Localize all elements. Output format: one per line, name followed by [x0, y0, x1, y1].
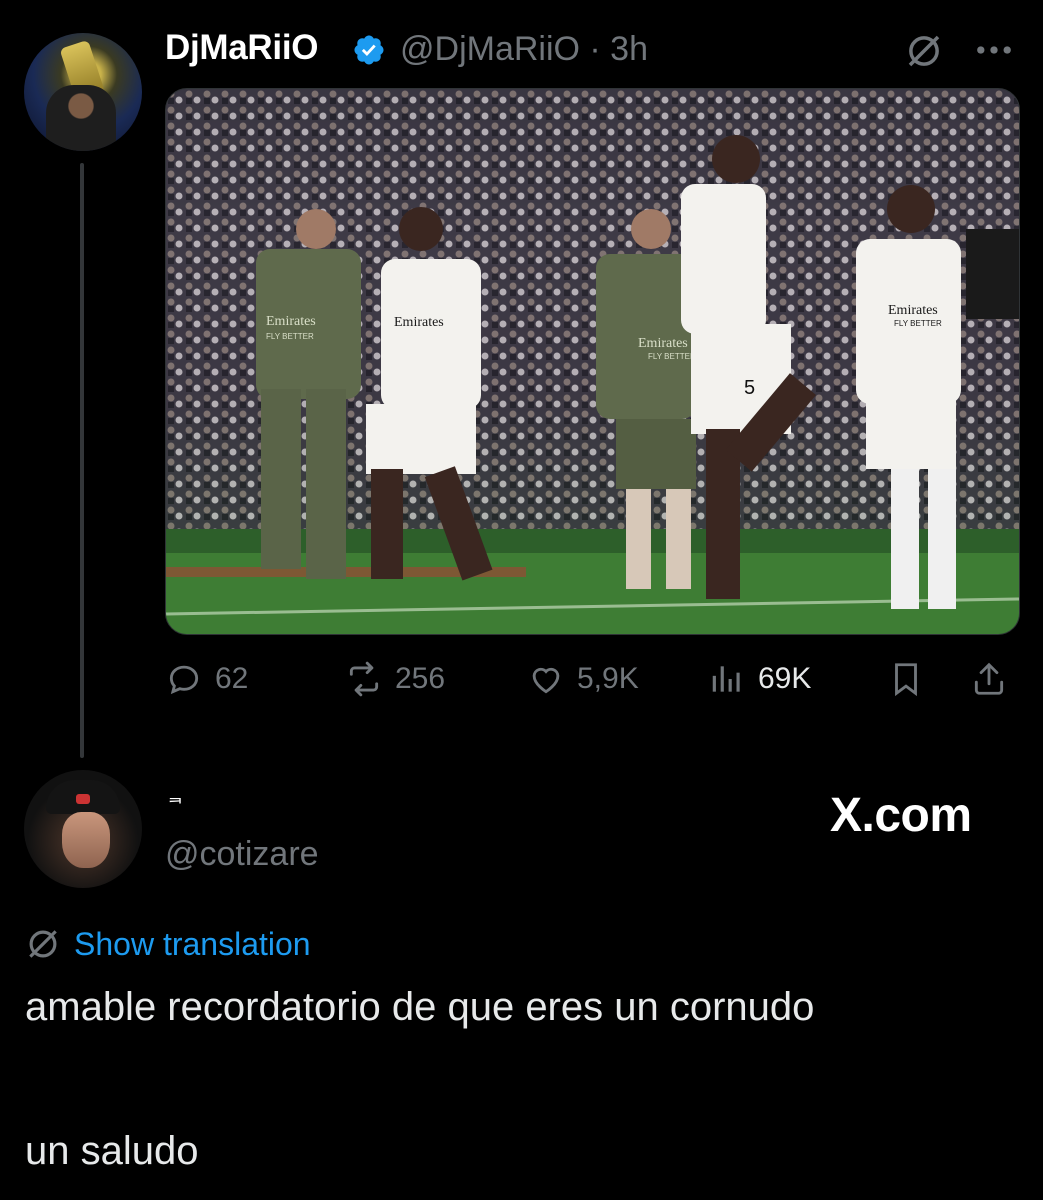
avatar-person [46, 85, 116, 151]
heart-icon [532, 667, 560, 694]
svg-text:Emirates: Emirates [888, 303, 938, 318]
reply-author-avatar[interactable] [24, 770, 142, 888]
reply-button[interactable]: 62 [165, 652, 248, 706]
reply-author-handle[interactable]: @cotizare [165, 835, 319, 874]
reply-count: 62 [215, 662, 249, 695]
x-com-watermark: X.com [830, 789, 972, 842]
reply-icon [169, 665, 199, 695]
author-avatar[interactable] [24, 33, 142, 151]
thread-line [80, 163, 84, 758]
like-count: 5,9K [577, 662, 639, 695]
svg-text:5: 5 [744, 377, 755, 399]
author-handle-time[interactable]: @DjMaRiiO · 3h [400, 30, 648, 69]
svg-text:Emirates: Emirates [638, 336, 688, 351]
svg-text:FLY BETTER: FLY BETTER [648, 352, 696, 361]
avatar-cap-badge [76, 794, 90, 804]
views-icon [712, 666, 740, 692]
share-icon [974, 662, 1004, 695]
views-count: 69K [758, 662, 812, 695]
figure-staff-left: Emirates FLY BETTER [256, 209, 361, 579]
reply-text: amable recordatorio de que eres un cornu… [25, 985, 815, 1173]
svg-text:Emirates: Emirates [394, 315, 444, 330]
avatar-face [62, 812, 110, 868]
repost-icon [349, 661, 379, 697]
bookmark-button[interactable] [887, 652, 937, 706]
tweet-actions: 62 256 5,9K 69K [165, 652, 1018, 706]
show-translation-link[interactable]: Show translation [74, 926, 311, 963]
reply-author-name[interactable]: ᆿ [167, 782, 184, 808]
grok-icon[interactable] [903, 30, 945, 72]
repost-count: 256 [395, 662, 446, 695]
repost-button[interactable]: 256 [345, 652, 445, 706]
svg-text:FLY BETTER: FLY BETTER [894, 319, 942, 328]
views-button[interactable]: 69K [708, 652, 811, 706]
svg-text:Emirates: Emirates [266, 314, 316, 329]
verified-badge-icon[interactable] [352, 33, 386, 67]
share-button[interactable] [970, 652, 1020, 706]
svg-text:FLY BETTER: FLY BETTER [266, 332, 314, 341]
tweet-media-image[interactable]: Emirates FLY BETTER Emirates Emirates FL… [165, 88, 1020, 635]
author-name[interactable]: DjMaRiiO [165, 28, 318, 68]
bookmark-icon [895, 663, 917, 697]
more-icon[interactable] [972, 35, 1016, 65]
show-translation-row[interactable]: Show translation [24, 925, 311, 963]
translate-icon [29, 930, 57, 958]
like-button[interactable]: 5,9K [527, 652, 639, 706]
